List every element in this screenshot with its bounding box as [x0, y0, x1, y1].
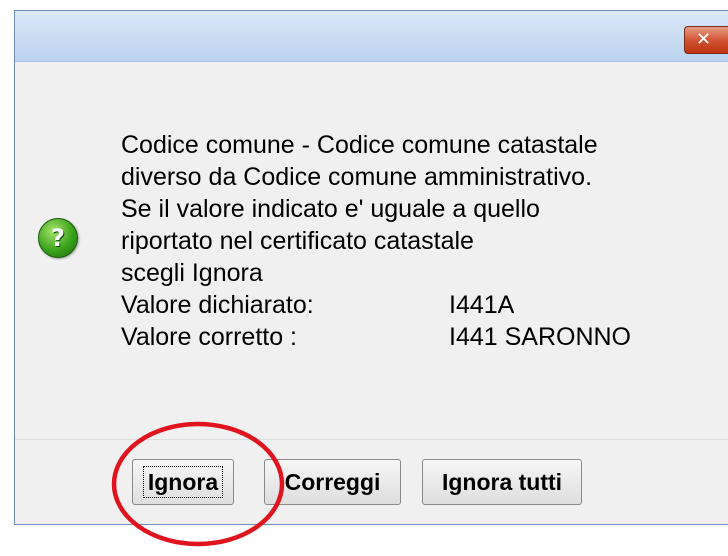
message-line: Codice comune - Codice comune catastale: [121, 131, 598, 159]
close-icon: ✕: [696, 29, 712, 50]
message-line: diverso da Codice comune amministrativo.: [121, 163, 593, 191]
declared-value-label: Valore dichiarato:: [121, 291, 314, 319]
declared-value: I441A: [449, 291, 515, 319]
message-line: scegli Ignora: [121, 259, 263, 287]
close-button[interactable]: ✕: [684, 26, 728, 54]
message-line: Se il valore indicato e' uguale a quello: [121, 195, 540, 223]
question-icon: ?: [38, 218, 78, 258]
correct-value: I441 SARONNO: [449, 323, 632, 351]
title-bar[interactable]: ✕: [15, 11, 728, 62]
ignora-button[interactable]: Ignora: [132, 459, 234, 505]
correggi-button[interactable]: Correggi: [264, 459, 401, 505]
footer-divider: [15, 439, 728, 440]
ignora-button-label: Ignora: [142, 466, 224, 498]
correct-value-label: Valore corretto :: [121, 323, 298, 351]
declared-value-row: Valore dichiarato: I441A: [121, 289, 598, 321]
dialog-window: ✕ ? Codice comune - Codice comune catast…: [14, 10, 728, 525]
message-line: riportato nel certificato catastale: [121, 227, 474, 255]
message-text: Codice comune - Codice comune catastale …: [121, 129, 631, 353]
ignora-tutti-button[interactable]: Ignora tutti: [422, 459, 582, 505]
correct-value-row: Valore corretto : I441 SARONNO: [121, 321, 631, 353]
